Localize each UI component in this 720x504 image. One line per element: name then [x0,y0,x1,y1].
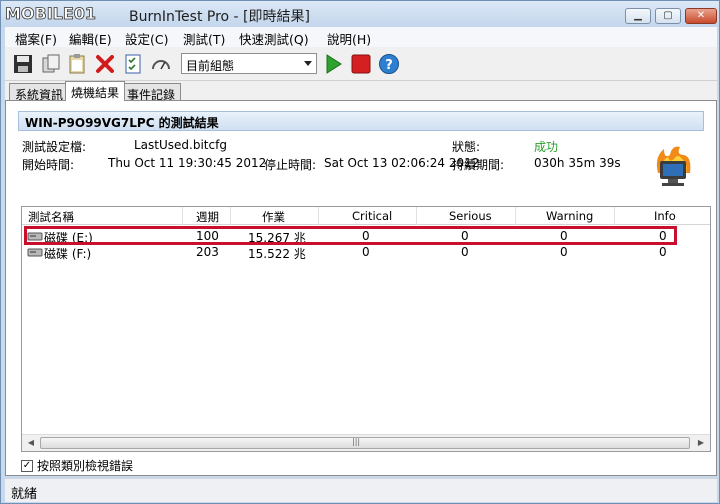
row-serious: 0 [461,245,469,259]
results-table: 測試名稱 週期 作業 Critical Serious Warning Info… [21,206,711,452]
tab-burnin-results[interactable]: 燒機結果 [65,81,126,101]
duration-label: 持續期間: [452,158,505,172]
view-errors-checkbox[interactable]: ✓ [21,459,33,472]
config-select-value: 目前組態 [186,59,235,73]
stop-icon [351,54,371,74]
scroll-right-icon[interactable]: ▶ [693,436,709,450]
column-divider [318,207,319,225]
results-panel: WIN-P9O99VG7LPC 的測試結果 測試設定檔: LastUsed.bi… [5,100,717,476]
row-warning: 0 [560,245,568,259]
col-test-name[interactable]: 測試名稱 [28,209,74,225]
row-critical: 0 [362,245,370,259]
column-divider [416,207,417,225]
column-divider [182,207,183,225]
status-text: 就緒 [11,487,38,502]
view-errors-label: 按照類別檢視錯誤 [37,459,134,473]
clipboard-button[interactable] [65,52,89,76]
col-cycles[interactable]: 週期 [196,209,219,225]
disk-drive-icon [27,248,43,257]
status-bar: 就緒 [5,478,717,502]
save-icon [14,55,32,73]
delete-icon [96,55,114,73]
menu-bar: 檔案(F) 編輯(E) 設定(C) 測試(T) 快速測試(Q) 說明(H) [5,27,717,47]
row-test-name: 磁碟 (F:) [44,247,92,261]
help-icon: ? [379,54,399,74]
col-info[interactable]: Info [654,209,676,223]
gauge-button[interactable] [149,52,173,76]
copy-button[interactable] [39,52,63,76]
checklist-icon [125,54,141,74]
close-button[interactable]: ✕ [685,8,717,24]
svg-text:?: ? [385,58,393,73]
watermark-text: MOBILE01 [5,4,96,23]
row-info: 0 [659,245,667,259]
col-critical[interactable]: Critical [352,209,392,223]
checklist-button[interactable] [121,52,145,76]
maximize-button[interactable]: ▢ [655,8,681,24]
menu-edit[interactable]: 編輯(E) [69,29,112,48]
chevron-down-icon [304,61,312,66]
highlight-box [24,226,677,245]
status-label: 狀態: [452,140,481,154]
save-button[interactable] [11,52,35,76]
config-value: LastUsed.bitcfg [134,138,227,152]
column-divider [515,207,516,225]
row-cycles: 203 [196,245,219,259]
title-bar[interactable]: MOBILE01 BurnInTest Pro - [即時結果] ▁ ▢ ✕ [1,1,719,27]
scrollbar-grip-icon: ||| [352,437,361,446]
col-operations[interactable]: 作業 [262,209,285,225]
play-icon [326,54,342,74]
scrollbar-thumb[interactable] [40,437,690,449]
row-operations: 15.522 兆 [248,247,306,261]
mobile01-watermark: MOBILE01 [5,4,97,24]
start-button[interactable] [321,52,345,76]
status-value: 成功 [534,140,559,154]
results-header: WIN-P9O99VG7LPC 的測試結果 [18,111,704,131]
tab-event-log[interactable]: 事件記錄 [121,83,182,102]
table-row[interactable]: 磁碟 (F:) 203 15.522 兆 0 0 0 0 [22,244,710,261]
scroll-left-icon[interactable]: ◀ [23,436,39,450]
start-time-value: Thu Oct 11 19:30:45 2012 [108,156,267,170]
menu-test[interactable]: 測試(T) [183,29,225,48]
app-window: MOBILE01 BurnInTest Pro - [即時結果] ▁ ▢ ✕ 檔… [0,0,720,504]
delete-button[interactable] [93,52,117,76]
tab-strip: 系統資訊 燒機結果 事件記錄 [5,81,717,102]
horizontal-scrollbar[interactable]: ◀ ||| ▶ [22,434,710,451]
menu-help[interactable]: 說明(H) [327,29,371,48]
column-divider [614,207,615,225]
col-warning[interactable]: Warning [546,209,593,223]
config-select[interactable]: 目前組態 [181,53,317,74]
toolbar: 目前組態 ? [5,47,717,81]
start-time-label: 開始時間: [22,158,75,172]
col-serious[interactable]: Serious [449,209,492,223]
config-label: 測試設定檔: [22,140,87,154]
menu-config[interactable]: 設定(C) [125,29,168,48]
window-title: BurnInTest Pro - [即時結果] [129,9,310,25]
duration-value: 030h 35m 39s [534,156,621,170]
column-divider [230,207,231,225]
stop-time-label: 停止時間: [264,158,317,172]
copy-icon [42,54,60,73]
burning-computer-icon [656,146,691,186]
view-errors-by-category-option[interactable]: ✓ 按照類別檢視錯誤 [21,457,133,474]
tab-system-info[interactable]: 系統資訊 [9,83,70,102]
clipboard-icon [69,54,85,74]
menu-quick-test[interactable]: 快速測試(Q) [239,29,309,48]
menu-file[interactable]: 檔案(F) [15,29,57,48]
minimize-button[interactable]: ▁ [625,8,651,24]
table-header: 測試名稱 週期 作業 Critical Serious Warning Info [22,207,710,225]
help-button[interactable]: ? [377,52,401,76]
stop-button[interactable] [349,52,373,76]
gauge-icon [152,60,170,70]
